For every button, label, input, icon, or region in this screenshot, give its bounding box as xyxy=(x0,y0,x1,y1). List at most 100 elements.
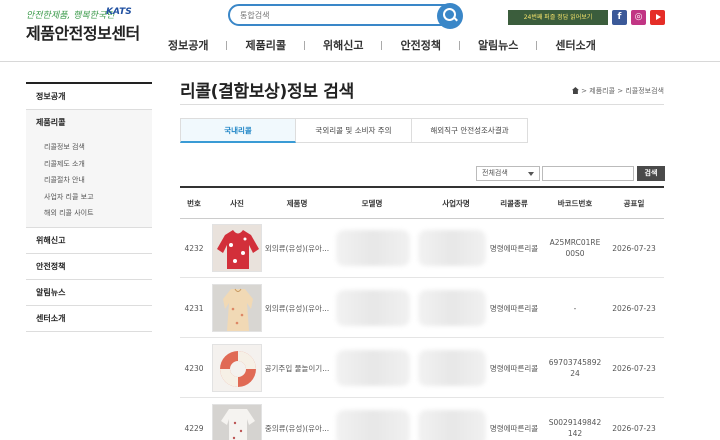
barcode-line: S0029149842 xyxy=(548,418,602,427)
barcode-line: A25MRC01RE xyxy=(549,238,601,247)
global-search xyxy=(228,3,463,29)
barcode-line: 142 xyxy=(567,429,583,438)
announce-date: 2026-07-23 xyxy=(612,243,656,253)
announce-date: 2026-07-23 xyxy=(612,363,656,373)
table-header: 번호 사진 제품명 모델명 사업자명 리콜종류 바코드번호 공표일 xyxy=(180,186,664,219)
breadcrumb-item[interactable]: 리콜정보검색 xyxy=(625,87,664,95)
table-row[interactable]: 4230 공기주입 물놀이기... 명령에따른리콜 69703745892 24… xyxy=(180,339,664,398)
search-icon[interactable] xyxy=(437,3,463,29)
product-name[interactable]: 외의류(유성)(유아... xyxy=(264,219,330,277)
redacted-company xyxy=(418,290,486,326)
search-input[interactable] xyxy=(240,8,430,22)
side-menu-report[interactable]: 위해신고 xyxy=(26,228,152,254)
redacted-model xyxy=(336,230,410,266)
table-row[interactable]: 4229 중의류(유성)(유아... 명령에따른리콜 S0029149842 1… xyxy=(180,399,664,440)
recall-type: 명령에따른리콜 xyxy=(489,423,539,433)
product-photo[interactable] xyxy=(212,404,262,440)
gnb-item-info[interactable]: 정보공개 xyxy=(168,37,208,53)
page-title: 리콜(결함보상)정보 검색 xyxy=(180,82,354,102)
barcode: 69703745892 24 xyxy=(544,339,606,397)
title-divider xyxy=(180,104,664,105)
barcode: S0029149842 142 xyxy=(544,399,606,440)
column-header: 제품명 xyxy=(286,199,308,208)
redacted-company xyxy=(418,350,486,386)
column-header: 리콜종류 xyxy=(500,199,528,208)
table-row[interactable]: 4231 외의류(유성)(유아... 명령에따른리콜 - 2026-07-23 xyxy=(180,279,664,338)
side-menu-info[interactable]: 정보공개 xyxy=(26,84,152,110)
barcode: A25MRC01RE 00S0 xyxy=(544,219,606,277)
side-submenu-overseas-sites[interactable]: 해외 리콜 사이트 xyxy=(26,205,152,222)
barcode-line: - xyxy=(573,303,577,313)
promo-banner[interactable]: 24번째 퍼즐 정답 읽어보기 xyxy=(508,10,608,25)
page: 안전한제품, 행복한국민 KATS 제품안전정보센터 24번째 퍼즐 정답 읽어… xyxy=(0,0,720,440)
product-photo[interactable] xyxy=(212,224,262,272)
column-header: 번호 xyxy=(187,199,201,208)
search-type-select[interactable]: 전체검색 xyxy=(476,166,540,181)
nav-divider xyxy=(226,40,228,50)
breadcrumb-item[interactable]: 제품리콜 xyxy=(589,87,615,95)
instagram-icon[interactable]: ◎ xyxy=(631,10,646,25)
main-nav: 정보공개 제품리콜 위해신고 안전정책 알림뉴스 센터소개 xyxy=(168,36,596,54)
side-submenu: 리콜정보 검색 리콜제도 소개 리콜절차 안내 사업자 리콜 보고 해외 리콜 … xyxy=(26,136,152,228)
row-number: 4229 xyxy=(184,423,204,433)
gnb-item-recall[interactable]: 제품리콜 xyxy=(245,37,285,53)
barcode-line: 00S0 xyxy=(565,249,585,258)
column-header: 바코드번호 xyxy=(557,199,593,208)
announce-date: 2026-07-23 xyxy=(612,303,656,313)
redacted-model xyxy=(336,410,410,440)
redacted-model xyxy=(336,290,410,326)
column-header: 모델명 xyxy=(361,199,383,208)
recall-type: 명령에따른리콜 xyxy=(489,243,539,253)
side-menu-recall[interactable]: 제품리콜 xyxy=(26,110,152,136)
white-suit-image xyxy=(213,405,261,440)
long-coat-image xyxy=(213,285,261,331)
side-submenu-recall-system[interactable]: 리콜제도 소개 xyxy=(26,156,152,173)
column-header: 공표일 xyxy=(623,199,645,208)
tab-overseas-recall[interactable]: 국외리콜 및 소비자 주의 xyxy=(296,118,412,143)
column-header: 사진 xyxy=(230,199,244,208)
side-submenu-business-report[interactable]: 사업자 리콜 보고 xyxy=(26,189,152,206)
gnb-item-policy[interactable]: 안전정책 xyxy=(400,37,440,53)
side-menu-policy[interactable]: 안전정책 xyxy=(26,254,152,280)
nav-divider xyxy=(381,40,383,50)
side-submenu-recall-search[interactable]: 리콜정보 검색 xyxy=(26,139,152,156)
product-name[interactable]: 중의류(유성)(유아... xyxy=(264,399,330,440)
tab-direct-purchase[interactable]: 해외직구 안전성조사결과 xyxy=(412,118,528,143)
redacted-company xyxy=(418,230,486,266)
side-menu-about[interactable]: 센터소개 xyxy=(26,306,152,332)
breadcrumb: > 제품리콜 > 리콜정보검색 xyxy=(571,86,664,96)
site-header: 안전한제품, 행복한국민 KATS 제품안전정보센터 24번째 퍼즐 정답 읽어… xyxy=(0,0,720,62)
recall-type: 명령에따른리콜 xyxy=(489,303,539,313)
barcode: - xyxy=(544,279,606,337)
table-row[interactable]: 4232 외의류(유성)(유아... 명령에따른리콜 A25MRC01RE 00… xyxy=(180,219,664,278)
nav-divider xyxy=(303,40,305,50)
side-menu: 정보공개 제품리콜 리콜정보 검색 리콜제도 소개 리콜절차 안내 사업자 리콜… xyxy=(26,82,152,332)
barcode-line: 69703745892 xyxy=(548,358,602,367)
announce-date: 2026-07-23 xyxy=(612,423,656,433)
gnb-item-about[interactable]: 센터소개 xyxy=(555,37,595,53)
row-number: 4230 xyxy=(184,363,204,373)
site-title[interactable]: 제품안전정보센터 xyxy=(26,20,140,44)
home-icon[interactable] xyxy=(571,87,579,94)
recall-tabs: 국내리콜 국외리콜 및 소비자 주의 해외직구 안전성조사결과 xyxy=(180,118,528,143)
gnb-item-report[interactable]: 위해신고 xyxy=(323,37,363,53)
row-number: 4231 xyxy=(184,303,204,313)
tab-domestic-recall[interactable]: 국내리콜 xyxy=(180,118,296,143)
nav-divider xyxy=(458,40,460,50)
youtube-icon[interactable] xyxy=(650,10,665,25)
product-photo[interactable] xyxy=(212,284,262,332)
product-name[interactable]: 외의류(유성)(유아... xyxy=(264,279,330,337)
product-name[interactable]: 공기주입 물놀이기... xyxy=(264,339,330,397)
gnb-item-news[interactable]: 알림뉴스 xyxy=(478,37,518,53)
red-jacket-image xyxy=(213,225,261,271)
keyword-input[interactable] xyxy=(542,166,634,181)
search-button[interactable]: 검색 xyxy=(637,166,665,181)
row-number: 4232 xyxy=(184,243,204,253)
product-photo[interactable] xyxy=(212,344,262,392)
kats-logo[interactable]: KATS xyxy=(106,7,132,17)
facebook-icon[interactable]: f xyxy=(612,10,627,25)
redacted-company xyxy=(418,410,486,440)
inflatable-ring-image xyxy=(213,345,261,391)
side-menu-news[interactable]: 알림뉴스 xyxy=(26,280,152,306)
side-submenu-recall-procedure[interactable]: 리콜절차 안내 xyxy=(26,172,152,189)
